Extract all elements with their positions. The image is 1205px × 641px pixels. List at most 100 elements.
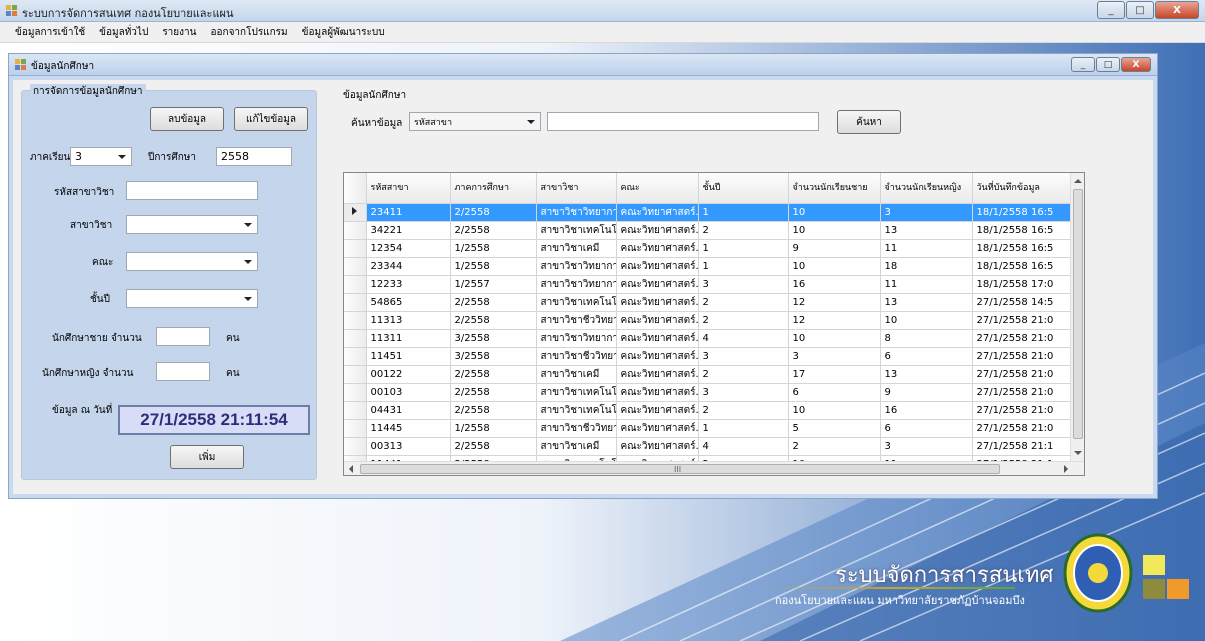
table-cell[interactable]: 13 (880, 221, 973, 240)
table-cell[interactable]: 1 (698, 257, 789, 276)
table-cell[interactable]: 2/2558 (450, 383, 537, 402)
table-cell[interactable]: คณะวิทยาศาสตร์... (616, 383, 699, 402)
scroll-left-icon[interactable] (349, 465, 353, 473)
child-close-button[interactable]: X (1121, 57, 1151, 72)
table-cell[interactable]: 27/1/2558 21:0 (972, 401, 1079, 420)
table-cell[interactable]: 10 (880, 311, 973, 330)
table-cell[interactable]: 9 (880, 383, 973, 402)
table-cell[interactable]: 3 (698, 275, 789, 294)
table-cell[interactable]: คณะวิทยาศาสตร์... (616, 329, 699, 348)
table-cell[interactable]: 4 (698, 329, 789, 348)
table-cell[interactable]: 1 (698, 239, 789, 258)
row-header[interactable] (344, 275, 367, 294)
table-cell[interactable]: สาขาวิชาเคมี (536, 239, 617, 258)
search-field-select[interactable]: รหัสสาขา (409, 112, 541, 131)
table-cell[interactable]: คณะวิทยาศาสตร์... (616, 239, 699, 258)
table-cell[interactable]: 2/2558 (450, 437, 537, 456)
table-cell[interactable]: คณะวิทยาศาสตร์... (616, 221, 699, 240)
row-header[interactable] (344, 419, 367, 438)
row-header[interactable] (344, 329, 367, 348)
table-cell[interactable]: 2/2558 (450, 293, 537, 312)
table-cell[interactable]: 27/1/2558 21:0 (972, 365, 1079, 384)
table-cell[interactable]: 6 (880, 347, 973, 366)
table-cell[interactable]: 1 (698, 419, 789, 438)
row-header[interactable] (344, 239, 367, 258)
table-cell[interactable]: 10 (788, 329, 881, 348)
major-code-input[interactable] (126, 181, 258, 200)
table-cell[interactable]: 18/1/2558 16:5 (972, 221, 1079, 240)
menu-login-data[interactable]: ข้อมูลการเข้าใช้ (8, 25, 92, 40)
menu-general-data[interactable]: ข้อมูลทั่วไป (92, 25, 155, 40)
table-row[interactable]: 234112/2558สาขาวิชาวิทยาการ...คณะวิทยาศา… (344, 203, 1079, 222)
child-titlebar[interactable]: ข้อมูลนักศึกษา _ □ X (9, 54, 1157, 76)
column-header[interactable]: จำนวนนักเรียนหญิง (880, 173, 973, 204)
child-minimize-button[interactable]: _ (1071, 57, 1095, 72)
table-cell[interactable]: 18/1/2558 17:0 (972, 275, 1079, 294)
male-count-input[interactable] (156, 327, 210, 346)
table-cell[interactable]: 2 (698, 401, 789, 420)
table-cell[interactable]: 2/2558 (450, 221, 537, 240)
menu-developer-info[interactable]: ข้อมูลผู้พัฒนาระบบ (295, 25, 392, 40)
table-cell[interactable]: คณะวิทยาศาสตร์... (616, 311, 699, 330)
table-cell[interactable]: 18/1/2558 16:5 (972, 203, 1079, 222)
table-cell[interactable]: 34221 (366, 221, 451, 240)
table-cell[interactable]: สาขาวิชาเทคโนโล... (536, 221, 617, 240)
table-cell[interactable]: 18 (880, 257, 973, 276)
table-cell[interactable]: สาขาวิชาเทคโนโล... (536, 293, 617, 312)
table-cell[interactable]: 27/1/2558 21:0 (972, 419, 1079, 438)
table-row[interactable]: 233441/2558สาขาวิชาวิทยาการ...คณะวิทยาศา… (344, 257, 1079, 276)
table-row[interactable]: 342212/2558สาขาวิชาเทคโนโล...คณะวิทยาศาส… (344, 221, 1079, 240)
column-header[interactable]: ชั้นปี (698, 173, 789, 204)
table-cell[interactable]: 11445 (366, 419, 451, 438)
table-cell[interactable]: 10 (788, 203, 881, 222)
table-cell[interactable]: สาขาวิชาชีววิทยา (536, 311, 617, 330)
table-cell[interactable]: 13 (880, 293, 973, 312)
table-cell[interactable]: 3 (788, 347, 881, 366)
vertical-scrollbar[interactable] (1070, 173, 1084, 461)
scroll-thumb[interactable] (1073, 189, 1083, 439)
table-cell[interactable]: สาขาวิชาเคมี (536, 365, 617, 384)
female-count-input[interactable] (156, 362, 210, 381)
table-cell[interactable]: สาขาวิชาวิทยาการ... (536, 329, 617, 348)
menu-exit[interactable]: ออกจากโปรแกรม (204, 25, 295, 40)
table-cell[interactable]: 23411 (366, 203, 451, 222)
table-cell[interactable]: 8 (880, 329, 973, 348)
search-input[interactable] (547, 112, 819, 131)
row-header[interactable] (344, 203, 367, 222)
table-cell[interactable]: 18/1/2558 16:5 (972, 257, 1079, 276)
table-cell[interactable]: สาขาวิชาวิทยาการ... (536, 203, 617, 222)
table-cell[interactable]: 2/2558 (450, 401, 537, 420)
minimize-button[interactable]: _ (1097, 1, 1125, 19)
student-data-grid[interactable]: รหัสสาขา ภาคการศึกษา สาขาวิชา คณะ ชั้นปี… (343, 172, 1085, 476)
table-cell[interactable]: 2/2558 (450, 203, 537, 222)
row-header[interactable] (344, 347, 367, 366)
edit-button[interactable]: แก้ไขข้อมูล (234, 107, 308, 131)
table-cell[interactable]: 2/2558 (450, 311, 537, 330)
table-cell[interactable]: 04431 (366, 401, 451, 420)
table-cell[interactable]: คณะวิทยาศาสตร์... (616, 401, 699, 420)
table-row[interactable]: 044312/2558สาขาวิชาเทคโนโล...คณะวิทยาศาส… (344, 401, 1079, 420)
table-cell[interactable]: 2 (698, 293, 789, 312)
table-cell[interactable]: 16 (880, 401, 973, 420)
table-cell[interactable]: 00122 (366, 365, 451, 384)
table-cell[interactable]: 3/2558 (450, 329, 537, 348)
table-cell[interactable]: คณะวิทยาศาสตร์... (616, 203, 699, 222)
table-cell[interactable]: 3/2558 (450, 347, 537, 366)
table-row[interactable]: 11445 1/2558 สาขาวิชาชีววิทยา คณะวิทยาศาสตร… (344, 419, 1079, 438)
table-cell[interactable]: คณะวิทยาศาสตร์... (616, 293, 699, 312)
table-cell[interactable]: 16 (788, 275, 881, 294)
table-cell[interactable]: 27/1/2558 14:5 (972, 293, 1079, 312)
table-cell[interactable]: 12354 (366, 239, 451, 258)
table-cell[interactable]: สาขาวิชาชีววิทยา (536, 419, 617, 438)
table-cell[interactable]: 1/2558 (450, 257, 537, 276)
table-cell[interactable]: 00313 (366, 437, 451, 456)
table-cell[interactable]: 2 (698, 221, 789, 240)
row-header[interactable] (344, 437, 367, 456)
table-row[interactable]: 12354 1/2558 สาขาวิชาเคมี คณะวิทยาศาสตร์...… (344, 239, 1079, 258)
table-cell[interactable]: 1/2558 (450, 239, 537, 258)
table-cell[interactable]: สาขาวิชาชีววิทยา (536, 347, 617, 366)
table-cell[interactable]: สาขาวิชาเทคโนโล... (536, 383, 617, 402)
table-cell[interactable]: 5 (788, 419, 881, 438)
table-cell[interactable]: คณะวิทยาศาสตร์... (616, 419, 699, 438)
table-cell[interactable]: 12 (788, 293, 881, 312)
